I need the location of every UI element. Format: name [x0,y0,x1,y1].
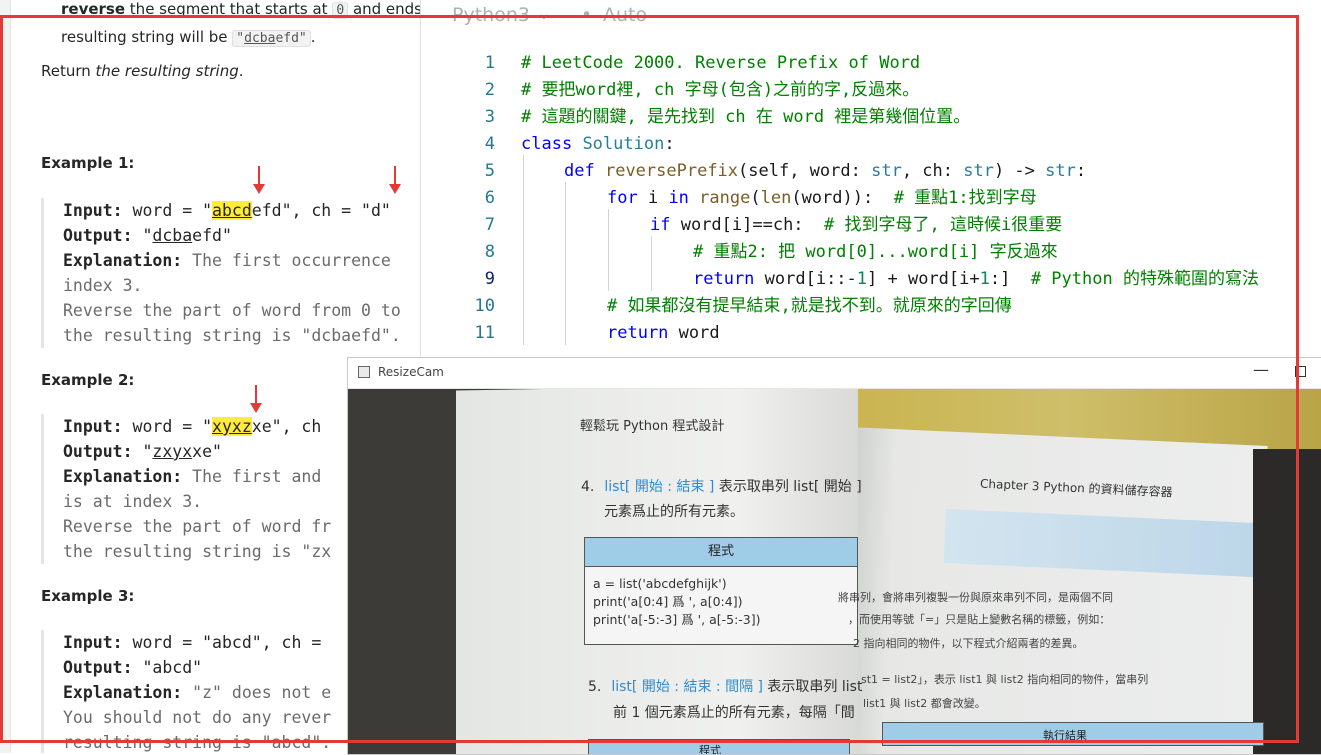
table-header: 程式 [585,538,857,567]
app-icon [358,366,370,378]
window-title: ResizeCam [378,365,444,379]
code-line-8[interactable]: 8 # 重點2: 把 word[0]...word[i] 字反過來 [421,239,1321,266]
highlight-xyxz: xyxz [212,417,252,436]
example-1-block: Input: word = "abcdefd", ch = "d" Output… [41,198,420,348]
desc-text: and ends [348,0,420,18]
editor-toolbar: Python3 ⌄ • Auto [421,0,1321,33]
inline-code-result: "dcbaefd" [232,30,311,47]
inline-code-zero: 0 [332,2,349,19]
example-1-title: Example 1: [41,154,135,172]
maximize-icon[interactable] [1295,366,1306,377]
table-code: a = list('abcdefghijk') print('a[0:4] 爲 … [593,576,761,627]
code-line-7[interactable]: 7 if word[i]==ch: # 找到字母了, 這時候i很重要 [421,212,1321,239]
book-right-text: 將串列，會將串列複製一份與原來串列不同，是兩個不同 [838,591,1113,604]
window-titlebar[interactable]: ResizeCam — [348,358,1321,389]
book-right-text: st1 = list2」，表示 list1 與 list2 指向相同的物件，當串… [861,673,1149,686]
chevron-down-icon[interactable]: ⌄ [536,2,552,24]
dot-separator: • [581,4,593,26]
code-line-9[interactable]: 9 return word[i::-1] + word[i+1:] # Pytho… [421,266,1321,293]
book-item-4: 4. list[ 開始 : 結束 ] 表示取串列 list[ 開始 ] [581,479,862,495]
return-statement: Return the resulting string. [41,62,244,80]
code-editor[interactable]: Python3 ⌄ • Auto 1 # LeetCode 2000. Rever… [421,0,1321,360]
return-italic: the resulting string [95,62,239,80]
book-code-table: 程式 a = list('abcdefghijk') print('a[0:4]… [584,537,858,645]
language-selector[interactable]: Python3 [452,4,530,26]
bold-reverse: reverse [61,0,126,18]
book-bottom-table-header: 程式 [588,739,850,754]
book-item-5: 5. list[ 開始 : 結束 : 間隔 ] 表示取串列 list [588,679,863,695]
desc-text: the segment that starts at [125,0,333,18]
code-line-4[interactable]: 4 class Solution: [421,131,1321,158]
book-right-text: list1 與 list2 都會改變。 [863,697,986,710]
book-right-text: 2 指向相同的物件，以下程式介紹兩者的差異。 [853,637,1084,650]
desc-text: . [310,28,316,46]
red-arrow-down-icon [388,166,402,196]
code-line-2[interactable]: 2 # 要把word裡, ch 字母(包含)之前的字,反過來。 [421,77,1321,104]
red-arrow-down-icon [249,385,263,415]
code-line-6[interactable]: 6 for i in range(len(word)): # 重點1:找到字母 [421,185,1321,212]
code-line-10[interactable]: 10 # 如果都沒有提早結束,就是找不到。就原來的字回傳 [421,293,1321,320]
highlight-abcd: abcd [212,201,252,220]
desc-text: resulting string will be [61,28,233,46]
camera-feed: 輕鬆玩 Python 程式設計 Chapter 3 Python 的資料儲存容器… [348,389,1321,754]
book-result-table-header: 執行結果 [882,722,1264,746]
example-2-title: Example 2: [41,371,135,389]
code-line-3[interactable]: 3 # 這題的關鍵, 是先找到 ch 在 word 裡是第幾個位置。 [421,104,1321,131]
book-right-text: ，而使用等號「=」只是貼上變數名稱的標籤，例如： [848,613,1111,626]
book-left-header: 輕鬆玩 Python 程式設計 [580,419,725,434]
minimize-icon[interactable]: — [1253,360,1269,379]
background-dark [1253,449,1321,754]
resizecam-window[interactable]: ResizeCam — 輕鬆玩 Python 程式設計 Chapter 3 Py… [347,357,1321,755]
book-item-4-line2: 元素爲止的所有元素。 [604,504,744,520]
autosave-status: Auto [603,4,648,26]
example-3-title: Example 3: [41,587,135,605]
book-item-5-line2: 前 1 個元素爲止的所有元素，每隔「間 [613,705,855,721]
description-top-text: reverse the segment that starts at 0 and… [61,0,420,52]
red-arrow-down-icon [252,166,266,196]
code-line-11[interactable]: 11 return word [421,320,1321,347]
code-line-5[interactable]: 5 def reversePrefix(self, word: str, ch: … [421,158,1321,185]
left-edge-strip [0,0,11,753]
code-line-1[interactable]: 1 # LeetCode 2000. Reverse Prefix of Word [421,50,1321,77]
